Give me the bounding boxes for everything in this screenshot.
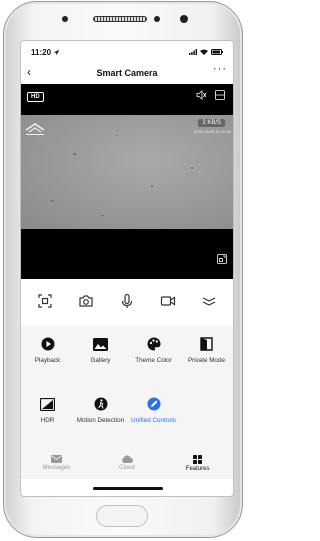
feature-label: Theme Color [135,357,172,364]
camera-feed: 2 KB/S 2022-05-09 11:20:56 [21,115,233,229]
feature-theme-color[interactable]: Theme Color [127,336,180,388]
camera-icon[interactable] [74,289,98,313]
feature-label: Private Mode [187,357,226,364]
tab-label: Cloud [119,465,135,471]
video-record-icon[interactable] [156,289,180,313]
hdr-icon [40,396,56,412]
split-screen-icon[interactable] [215,90,225,100]
feed-speck [116,135,118,136]
features-panel: Playback Gallery Theme Color Private Mod… [21,326,233,452]
tab-label: Features [185,466,210,472]
status-time: 11:20 [31,47,52,57]
feature-motion-detection[interactable]: Motion Detection [74,396,127,448]
tab-label: Messages [42,465,70,471]
brand-watermark-logo [25,123,45,135]
tab-messages[interactable]: Messages [26,455,86,471]
fullscreen-icon[interactable] [217,254,227,264]
speaker-mute-icon[interactable] [196,90,207,100]
home-indicator[interactable] [93,487,163,490]
tab-cloud[interactable]: Cloud [97,455,157,471]
mail-icon [50,455,62,463]
control-bar [21,286,233,316]
grid-icon [193,455,203,464]
tab-features[interactable]: Features [168,455,228,472]
navigation-arrow-icon [53,49,60,55]
play-circle-icon [40,336,56,352]
page-title: Smart Camera [96,68,158,78]
palette-icon [146,336,162,352]
cloud-icon [122,455,133,463]
battery-icon [211,49,223,55]
feature-playback[interactable]: Playback [21,336,74,388]
earpiece-speaker [93,16,147,22]
image-gallery-icon [93,336,109,352]
video-timestamp: 2022-05-09 11:20:56 [194,129,231,134]
video-player[interactable]: HD 2 KB/S 2022-05-09 11:20:56 [21,84,233,279]
front-camera-dot [62,16,68,22]
feed-speck [101,215,104,216]
feature-hdr[interactable]: HDR [21,396,74,448]
feature-private-mode[interactable]: Private Mode [180,336,233,388]
chevron-left-icon[interactable]: ‹ [27,65,31,79]
feature-label: Playback [34,357,61,364]
tab-bar: Messages Cloud Features [21,449,233,479]
hardware-home-button[interactable] [96,505,148,527]
wifi-icon [200,49,208,55]
feature-label: Unified Controls [131,417,176,424]
feature-label: Gallery [90,357,111,364]
quality-badge[interactable]: HD [27,92,44,102]
feature-unified-controls[interactable]: Unified Controls [127,396,180,448]
screenshot-frame-icon[interactable] [33,289,57,313]
app-screen: 11:20 ‹ Smart Camera ··· HD 2 KB/S 2022-… [20,40,234,497]
microphone-icon[interactable] [115,289,139,313]
sensor-dot [154,16,160,22]
feed-speck [73,153,76,155]
feed-speck [191,167,193,169]
private-mode-icon [199,336,215,352]
signal-bars-icon [189,49,197,55]
feature-gallery[interactable]: Gallery [74,336,127,388]
feature-label: HDR [40,417,55,424]
feature-label: Motion Detection [76,417,125,424]
motion-detection-icon [93,396,109,412]
pencil-circle-icon [146,396,162,412]
front-camera-lens [180,15,188,23]
more-horizontal-icon[interactable]: ··· [213,63,227,75]
feed-speck [151,185,153,187]
chevron-double-down-icon[interactable] [197,289,221,313]
status-bar: 11:20 [21,41,233,63]
phone-frame: 11:20 ‹ Smart Camera ··· HD 2 KB/S 2022-… [3,1,243,538]
data-rate: 2 KB/S [198,119,225,127]
nav-bar: ‹ Smart Camera ··· [21,63,233,83]
feed-speck [51,200,54,202]
